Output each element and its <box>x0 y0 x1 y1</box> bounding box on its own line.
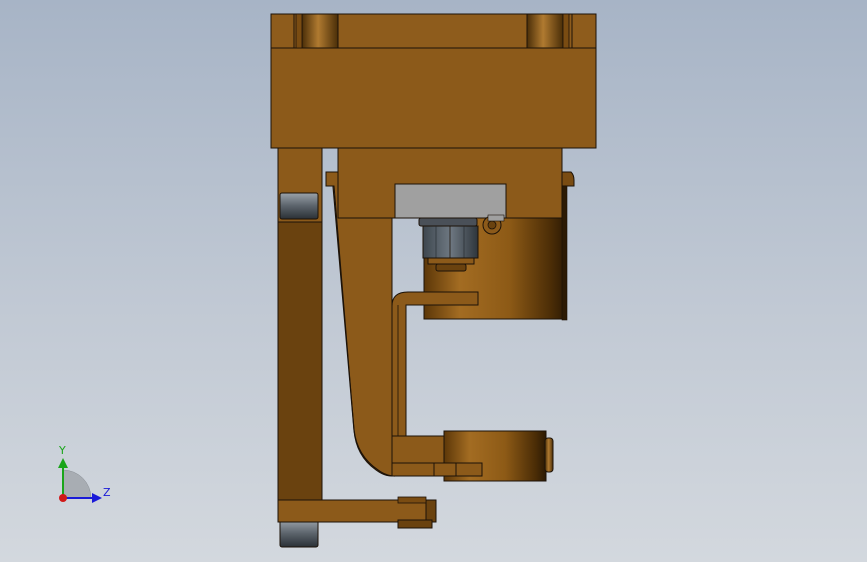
lower-clamp[interactable] <box>391 430 554 482</box>
y-axis-arrow <box>58 458 68 468</box>
cad-model-drawing[interactable] <box>0 0 867 562</box>
y-axis-label: Y <box>59 444 66 457</box>
coordinate-triad <box>58 458 102 503</box>
top-pin-right[interactable] <box>526 13 564 49</box>
bolt-head-lower[interactable] <box>279 519 319 548</box>
left-column[interactable] <box>277 147 323 548</box>
grey-block[interactable] <box>394 183 507 219</box>
z-axis-arrow <box>92 493 102 503</box>
top-plate[interactable] <box>270 13 597 149</box>
center-nut[interactable] <box>418 217 479 272</box>
bolt-head-upper[interactable] <box>279 192 319 220</box>
foot-nut[interactable] <box>397 519 433 529</box>
x-axis-dot <box>59 494 67 502</box>
cad-viewport[interactable]: Y Z <box>0 0 867 562</box>
clamp-pin[interactable] <box>544 437 554 473</box>
z-axis-label: Z <box>103 486 111 499</box>
central-housing[interactable] <box>337 147 575 219</box>
triad-arc <box>62 469 92 499</box>
top-pin-left[interactable] <box>301 13 339 49</box>
